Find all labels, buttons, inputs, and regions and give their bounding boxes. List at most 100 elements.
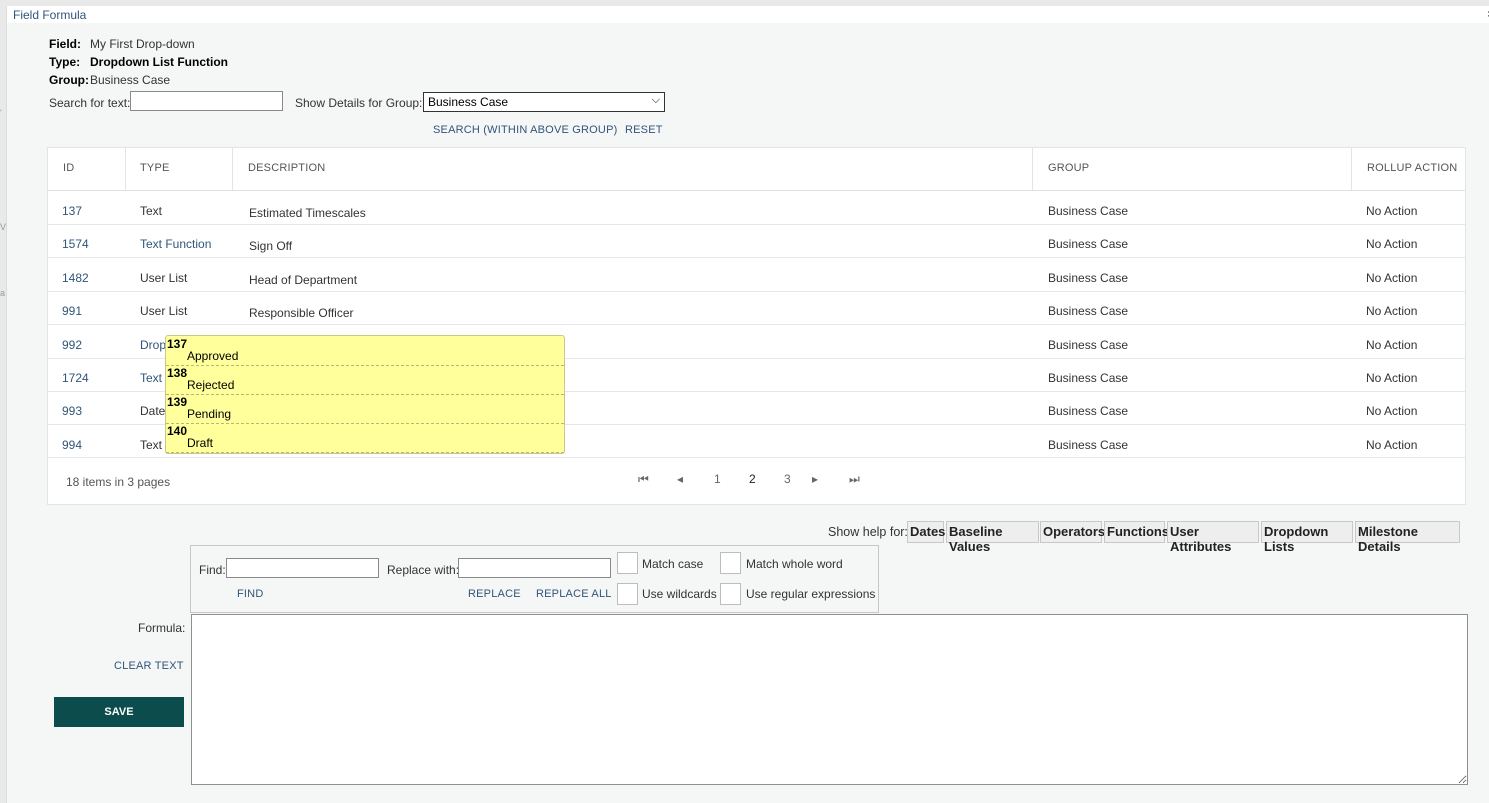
row-id[interactable]: 137 <box>62 204 82 218</box>
save-button[interactable]: SAVE <box>54 697 184 727</box>
table-row[interactable]: 137 Text Estimated Timescales Business C… <box>48 191 1465 225</box>
row-group: Business Case <box>1048 338 1129 352</box>
row-rollup: No Action <box>1366 338 1418 352</box>
dialog-title: Field Formula <box>13 8 87 22</box>
row-id[interactable]: 1482 <box>62 271 89 285</box>
row-id[interactable]: 994 <box>62 438 82 452</box>
header-description[interactable]: DESCRIPTION <box>248 162 325 174</box>
search-label: Search for text: <box>49 96 131 110</box>
clear-text-link[interactable]: CLEAR TEXT <box>114 660 184 672</box>
table-row[interactable]: 1574 Text Function Sign Off Business Cas… <box>48 224 1465 258</box>
row-type: Date <box>140 404 166 418</box>
row-description: Sign Off <box>249 239 293 253</box>
tooltip-item-label: Rejected <box>187 378 235 392</box>
row-id[interactable]: 1574 <box>62 237 89 251</box>
group-select-value: Business Case <box>428 95 509 109</box>
help-label: Show help for: <box>828 525 908 539</box>
tooltip-item: 140 Draft <box>166 423 564 453</box>
table-row[interactable]: 1482 User List Head of Department Busine… <box>48 258 1465 292</box>
find-input[interactable] <box>226 558 379 578</box>
page-1[interactable]: 1 <box>714 472 721 486</box>
tooltip-item-label: Pending <box>187 407 232 421</box>
row-rollup: No Action <box>1366 438 1418 452</box>
field-label: Field: <box>49 37 81 51</box>
last-page-icon[interactable]: ⏭ <box>849 472 860 487</box>
search-group-link[interactable]: SEARCH (WITHIN ABOVE GROUP) <box>433 124 617 136</box>
dialog-titlebar: Field Formula × <box>7 6 1489 23</box>
row-group: Business Case <box>1048 404 1129 418</box>
row-group: Business Case <box>1048 237 1129 251</box>
header-id[interactable]: ID <box>63 162 74 174</box>
prev-page-icon[interactable]: ◂ <box>677 472 683 486</box>
tooltip-item-id: 139 <box>167 395 188 409</box>
replace-input[interactable] <box>458 558 611 578</box>
help-baseline-values-button[interactable]: Baseline Values <box>946 521 1039 554</box>
tooltip-item: 139 Pending <box>166 394 564 424</box>
help-functions-button[interactable]: Functions <box>1104 521 1169 543</box>
type-value: Dropdown List Function <box>90 55 228 69</box>
row-rollup: No Action <box>1366 204 1418 218</box>
group-select-label: Show Details for Group: <box>295 96 423 110</box>
match-case-label: Match case <box>642 557 704 571</box>
replace-link[interactable]: REPLACE <box>468 588 521 600</box>
header-group[interactable]: GROUP <box>1048 162 1089 174</box>
row-type: Text <box>140 204 163 218</box>
match-case-checkbox[interactable] <box>617 552 638 574</box>
row-type[interactable]: Drop <box>140 338 166 352</box>
row-id[interactable]: 1724 <box>62 371 89 385</box>
use-regex-checkbox[interactable] <box>720 583 741 605</box>
tooltip-item: 137 Approved <box>166 336 564 366</box>
row-rollup: No Action <box>1366 371 1418 385</box>
row-rollup: No Action <box>1366 237 1418 251</box>
header-rollup-action[interactable]: ROLLUP ACTION <box>1367 162 1457 174</box>
row-group: Business Case <box>1048 438 1129 452</box>
next-page-icon[interactable]: ▸ <box>812 472 818 486</box>
page-2[interactable]: 2 <box>749 472 756 486</box>
row-type: User List <box>140 271 188 285</box>
row-type: User List <box>140 304 188 318</box>
row-id[interactable]: 991 <box>62 304 82 318</box>
find-link[interactable]: FIND <box>237 588 263 600</box>
field-formula-dialog: Field Formula × Field: My First Drop-dow… <box>6 6 1489 803</box>
find-replace-panel: Find: Replace with: Match case Match who… <box>190 545 879 613</box>
help-milestone-details-button[interactable]: Milestone Details <box>1355 521 1460 554</box>
row-type[interactable]: Text <box>140 371 162 385</box>
grid-header: ID TYPE DESCRIPTION GROUP ROLLUP ACTION <box>48 148 1465 191</box>
row-id[interactable]: 992 <box>62 338 82 352</box>
reset-link[interactable]: RESET <box>625 124 663 136</box>
table-row[interactable]: 991 User List Responsible Officer Busine… <box>48 291 1465 325</box>
tooltip-item-id: 137 <box>167 337 188 351</box>
row-type: Text <box>140 438 163 452</box>
tooltip-item-id: 138 <box>167 366 188 380</box>
first-page-icon[interactable]: ⏮ <box>638 472 649 487</box>
row-rollup: No Action <box>1366 404 1418 418</box>
row-rollup: No Action <box>1366 271 1418 285</box>
use-wildcards-checkbox[interactable] <box>617 583 638 605</box>
use-regex-label: Use regular expressions <box>746 587 876 601</box>
pager-info: 18 items in 3 pages <box>66 475 171 489</box>
tooltip-item-label: Approved <box>187 349 239 363</box>
match-whole-word-checkbox[interactable] <box>720 552 741 574</box>
group-select[interactable]: Business Case ⌵ <box>423 92 665 112</box>
column-divider <box>1351 148 1352 190</box>
row-description: Estimated Timescales <box>249 206 366 220</box>
dropdown-values-tooltip: 137 Approved 138 Rejected 139 Pending 14… <box>165 335 565 454</box>
row-group: Business Case <box>1048 371 1129 385</box>
help-dropdown-lists-button[interactable]: Dropdown Lists <box>1261 521 1353 554</box>
row-description: Head of Department <box>249 273 358 287</box>
formula-editor[interactable] <box>191 614 1468 785</box>
header-type[interactable]: TYPE <box>140 162 170 174</box>
tooltip-item-label: Draft <box>187 436 214 450</box>
replace-label: Replace with: <box>387 563 460 577</box>
tooltip-item-id: 140 <box>167 424 188 438</box>
help-operators-button[interactable]: Operators <box>1040 521 1105 543</box>
page-3[interactable]: 3 <box>784 472 791 486</box>
help-dates-button[interactable]: Dates <box>907 521 945 543</box>
replace-all-link[interactable]: REPLACE ALL <box>536 588 612 600</box>
find-label: Find: <box>199 563 226 577</box>
row-id[interactable]: 993 <box>62 404 82 418</box>
search-input[interactable] <box>130 91 283 111</box>
row-type[interactable]: Text Function <box>140 237 211 251</box>
tooltip-item: 138 Rejected <box>166 365 564 395</box>
help-user-attributes-button[interactable]: User Attributes <box>1167 521 1259 554</box>
